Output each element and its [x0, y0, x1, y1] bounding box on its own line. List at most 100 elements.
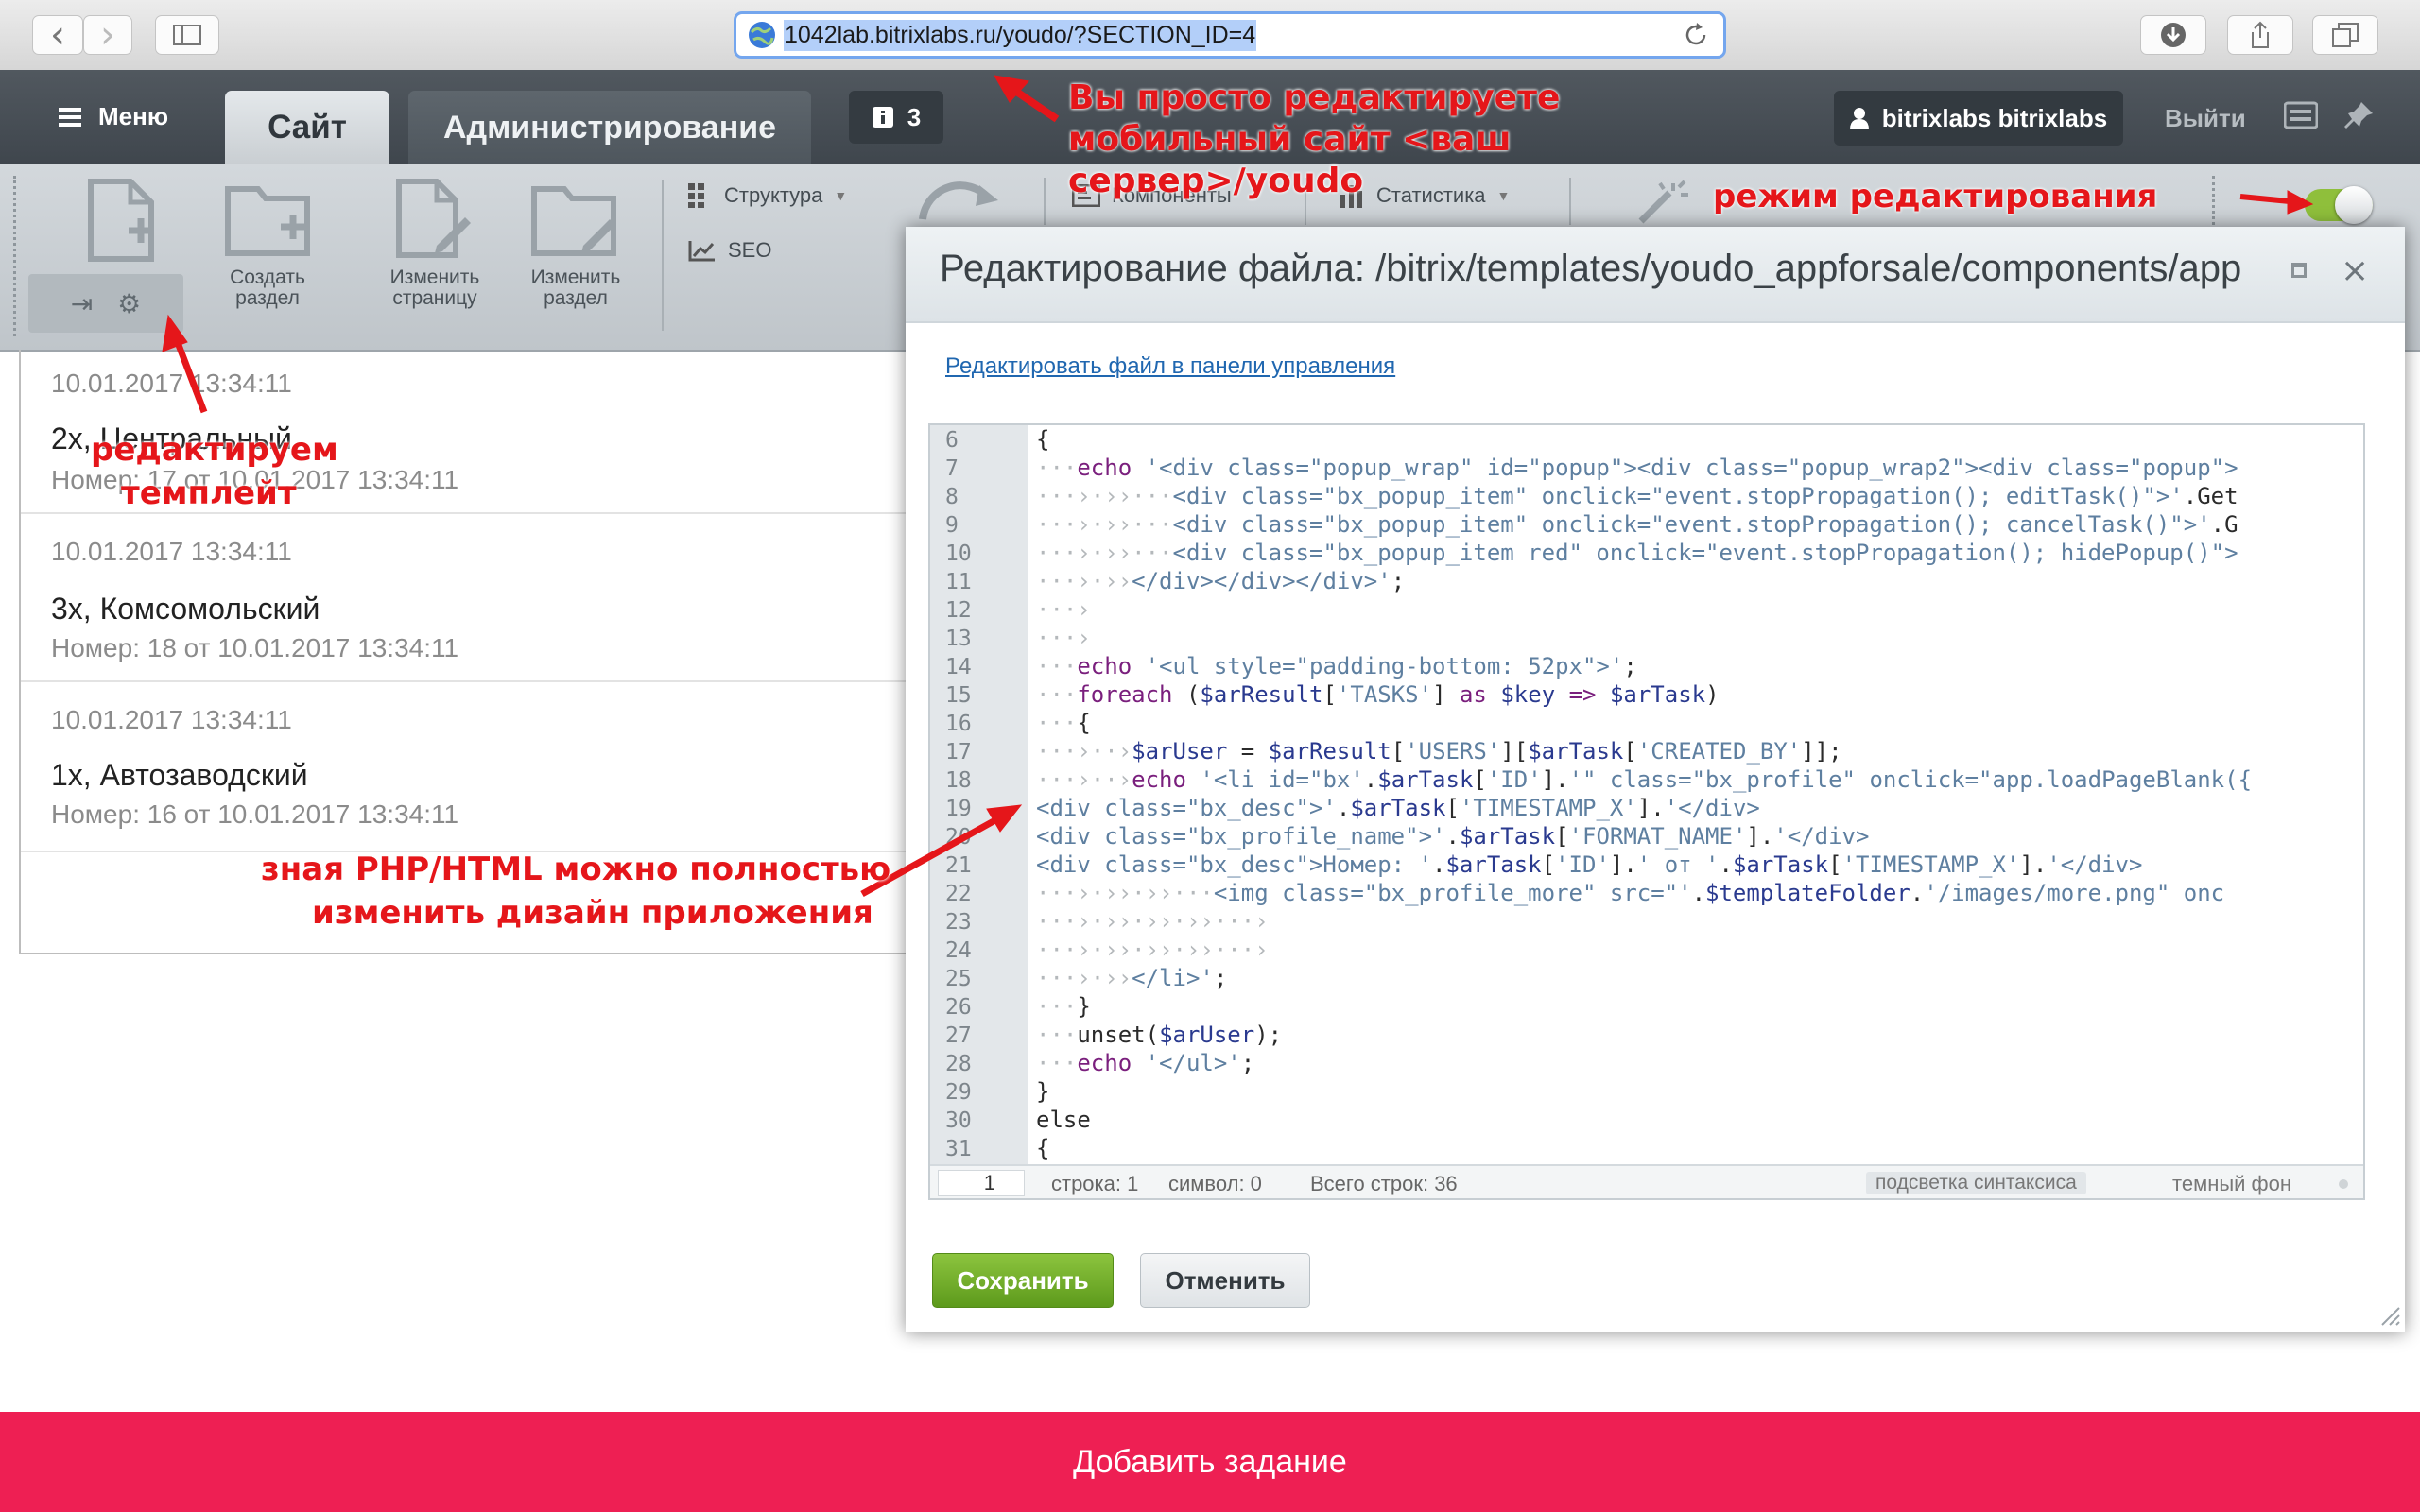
code-line[interactable]: 22 ···›·››·››···<img class="bx_profile_mo…: [930, 879, 2363, 907]
edit-in-panel-link[interactable]: Редактировать файл в панели управления: [945, 353, 1395, 380]
code-line[interactable]: 6{: [930, 425, 2363, 454]
annotation-mobile: Вы просто редактируете мобильный сайт <в…: [1068, 78, 1561, 200]
line-number: 27: [945, 1023, 972, 1048]
edit-section-button[interactable]: Изменить раздел: [514, 178, 637, 309]
list-border: [19, 953, 908, 954]
user-button[interactable]: bitrixlabs bitrixlabs: [1834, 91, 2123, 146]
refresh-icon[interactable]: [915, 176, 1000, 228]
code-line[interactable]: 14 ···echo '<ul style="padding-bottom: 52…: [930, 652, 2363, 680]
code-text: <div class="bx_desc">'.$arTask['TIMESTAM…: [1036, 795, 1760, 821]
notifications-button[interactable]: 3: [849, 91, 943, 144]
create-page-icon[interactable]: [87, 178, 159, 267]
code-line[interactable]: 7 ···echo '<div class="popup_wrap" id="po…: [930, 454, 2363, 482]
code-line[interactable]: 23 ···›·››·››·››···›: [930, 907, 2363, 936]
code-line[interactable]: 20 <div class="bx_profile_name">'.$arTask…: [930, 822, 2363, 850]
dialog-title: Редактирование файла: /bitrix/templates/…: [940, 248, 2242, 289]
code-line[interactable]: 8 ···›·››···<div class="bx_popup_item" on…: [930, 482, 2363, 510]
structure-menu[interactable]: Структура ▼: [688, 183, 847, 208]
edit-page-button[interactable]: Изменить страницу: [371, 178, 499, 309]
tabs-button[interactable]: [2312, 15, 2378, 55]
hamburger-icon: [59, 107, 81, 127]
item-date: 10.01.2017 13:34:11: [51, 537, 292, 566]
share-button[interactable]: [2227, 15, 2293, 55]
code-line[interactable]: 27 ···unset($arUser);: [930, 1021, 2363, 1049]
create-section-button[interactable]: Создать раздел: [206, 178, 329, 309]
toggle-dot-icon[interactable]: [2339, 1179, 2348, 1189]
code-line[interactable]: 9 ···›·››···<div class="bx_popup_item" on…: [930, 510, 2363, 539]
code-text: ···›·››···<div class="bx_popup_item" onc…: [1036, 511, 2238, 538]
code-line[interactable]: 28 ···echo '</ul>';: [930, 1049, 2363, 1077]
drag-handle[interactable]: [13, 176, 24, 336]
code-text: ···echo '</ul>';: [1036, 1050, 1255, 1076]
list-item[interactable]: 10.01.2017 13:34:11 1х, Автозаводский Но…: [21, 690, 919, 852]
sidebar-toggle-button[interactable]: [155, 15, 219, 55]
page-settings-group[interactable]: ⇥ ⚙: [28, 274, 183, 333]
code-line[interactable]: 11 ···›·››</div></div></div>';: [930, 567, 2363, 595]
code-line[interactable]: 13 ···›: [930, 624, 2363, 652]
code-editor[interactable]: 6{7 ···echo '<div class="popup_wrap" id="…: [928, 423, 2365, 1200]
code-line[interactable]: 31 {: [930, 1134, 2363, 1162]
close-icon[interactable]: ×: [2341, 251, 2369, 290]
add-task-button[interactable]: Добавить задание: [0, 1412, 2420, 1512]
item-subtitle: Номер: 18 от 10.01.2017 13:34:11: [51, 633, 459, 662]
line-number: 10: [945, 541, 972, 566]
line-number-box[interactable]: 1: [938, 1170, 1025, 1196]
save-button[interactable]: Сохранить: [932, 1253, 1114, 1308]
code-line[interactable]: 26 ···}: [930, 992, 2363, 1021]
code-text: else: [1036, 1107, 1091, 1133]
keyboard-icon[interactable]: [2284, 100, 2318, 130]
list-item[interactable]: 10.01.2017 13:34:11 3х, Комсомольский Но…: [21, 522, 919, 682]
code-line[interactable]: 18 ···›··›echo '<li id="bx'.$arTask['ID']…: [930, 765, 2363, 794]
folder-edit-icon: [531, 186, 616, 256]
code-line[interactable]: 29}: [930, 1077, 2363, 1106]
share-icon: [2252, 21, 2269, 48]
download-icon: [2161, 23, 2186, 47]
code-text: }: [1036, 1078, 1050, 1105]
code-line[interactable]: 25 ···›·››</li>';: [930, 964, 2363, 992]
code-line[interactable]: 15 ···foreach ($arResult['TASKS'] as $key…: [930, 680, 2363, 709]
code-line[interactable]: 16 ···{: [930, 709, 2363, 737]
downloads-button[interactable]: [2140, 15, 2206, 55]
edit-mode-toggle[interactable]: [2305, 186, 2373, 224]
gear-icon[interactable]: ⚙: [117, 288, 141, 319]
code-line[interactable]: 17 ···›··›$arUser = $arResult['USERS'][$a…: [930, 737, 2363, 765]
line-number: 6: [945, 428, 959, 453]
status-total: Всего строк: 36: [1310, 1172, 1458, 1195]
code-text: <div class="bx_profile_name">'.$arTask['…: [1036, 823, 1870, 850]
line-number: 14: [945, 655, 972, 679]
seo-icon: [688, 241, 715, 262]
address-bar[interactable]: 1042lab.bitrixlabs.ru/youdo/?SECTION_ID=…: [734, 11, 1726, 59]
code-text: ···}: [1036, 993, 1091, 1020]
code-text: ···›·››</li>';: [1036, 965, 1228, 991]
tab-administration[interactable]: Администрирование: [408, 91, 811, 164]
editor-status-bar: 1 строка: 1 символ: 0 Всего строк: 36 по…: [930, 1164, 2363, 1198]
line-number: 11: [945, 570, 972, 594]
resize-handle-icon[interactable]: [2378, 1304, 2401, 1327]
code-line[interactable]: 24 ···›·››·››·››···›: [930, 936, 2363, 964]
pin-icon[interactable]: [2344, 100, 2375, 130]
cancel-button[interactable]: Отменить: [1140, 1253, 1310, 1308]
reload-icon[interactable]: [1682, 21, 1710, 49]
line-number: 13: [945, 627, 972, 651]
menu-button[interactable]: Меню: [59, 102, 168, 131]
line-number: 8: [945, 485, 959, 509]
code-line[interactable]: 30 else: [930, 1106, 2363, 1134]
code-line[interactable]: 21 <div class="bx_desc">Номер: '.$arTask[…: [930, 850, 2363, 879]
structure-label: Структура: [724, 183, 823, 207]
pin-unpin-icon[interactable]: ⇥: [71, 288, 93, 319]
code-text: ···›··›echo '<li id="bx'.$arTask['ID'].'…: [1036, 766, 2253, 793]
maximize-icon[interactable]: [2291, 263, 2307, 278]
tab-site[interactable]: Сайт: [225, 91, 389, 164]
code-line[interactable]: 19 <div class="bx_desc">'.$arTask['TIMEST…: [930, 794, 2363, 822]
seo-menu[interactable]: SEO: [688, 238, 771, 263]
back-button[interactable]: ‹: [32, 13, 83, 57]
edit-section-label: Изменить раздел: [530, 266, 621, 309]
chevron-down-icon: ▼: [834, 188, 848, 203]
forward-button[interactable]: ›: [83, 13, 132, 57]
dark-background-toggle[interactable]: темный фон: [2172, 1172, 2291, 1196]
code-text: ···foreach ($arResult['TASKS'] as $key =…: [1036, 681, 1720, 708]
syntax-highlight-toggle[interactable]: подсветка синтаксиса: [1866, 1172, 2086, 1194]
code-line[interactable]: 10 ···›·››···<div class="bx_popup_item re…: [930, 539, 2363, 567]
code-line[interactable]: 12 ···›: [930, 595, 2363, 624]
logout-link[interactable]: Выйти: [2165, 104, 2246, 133]
